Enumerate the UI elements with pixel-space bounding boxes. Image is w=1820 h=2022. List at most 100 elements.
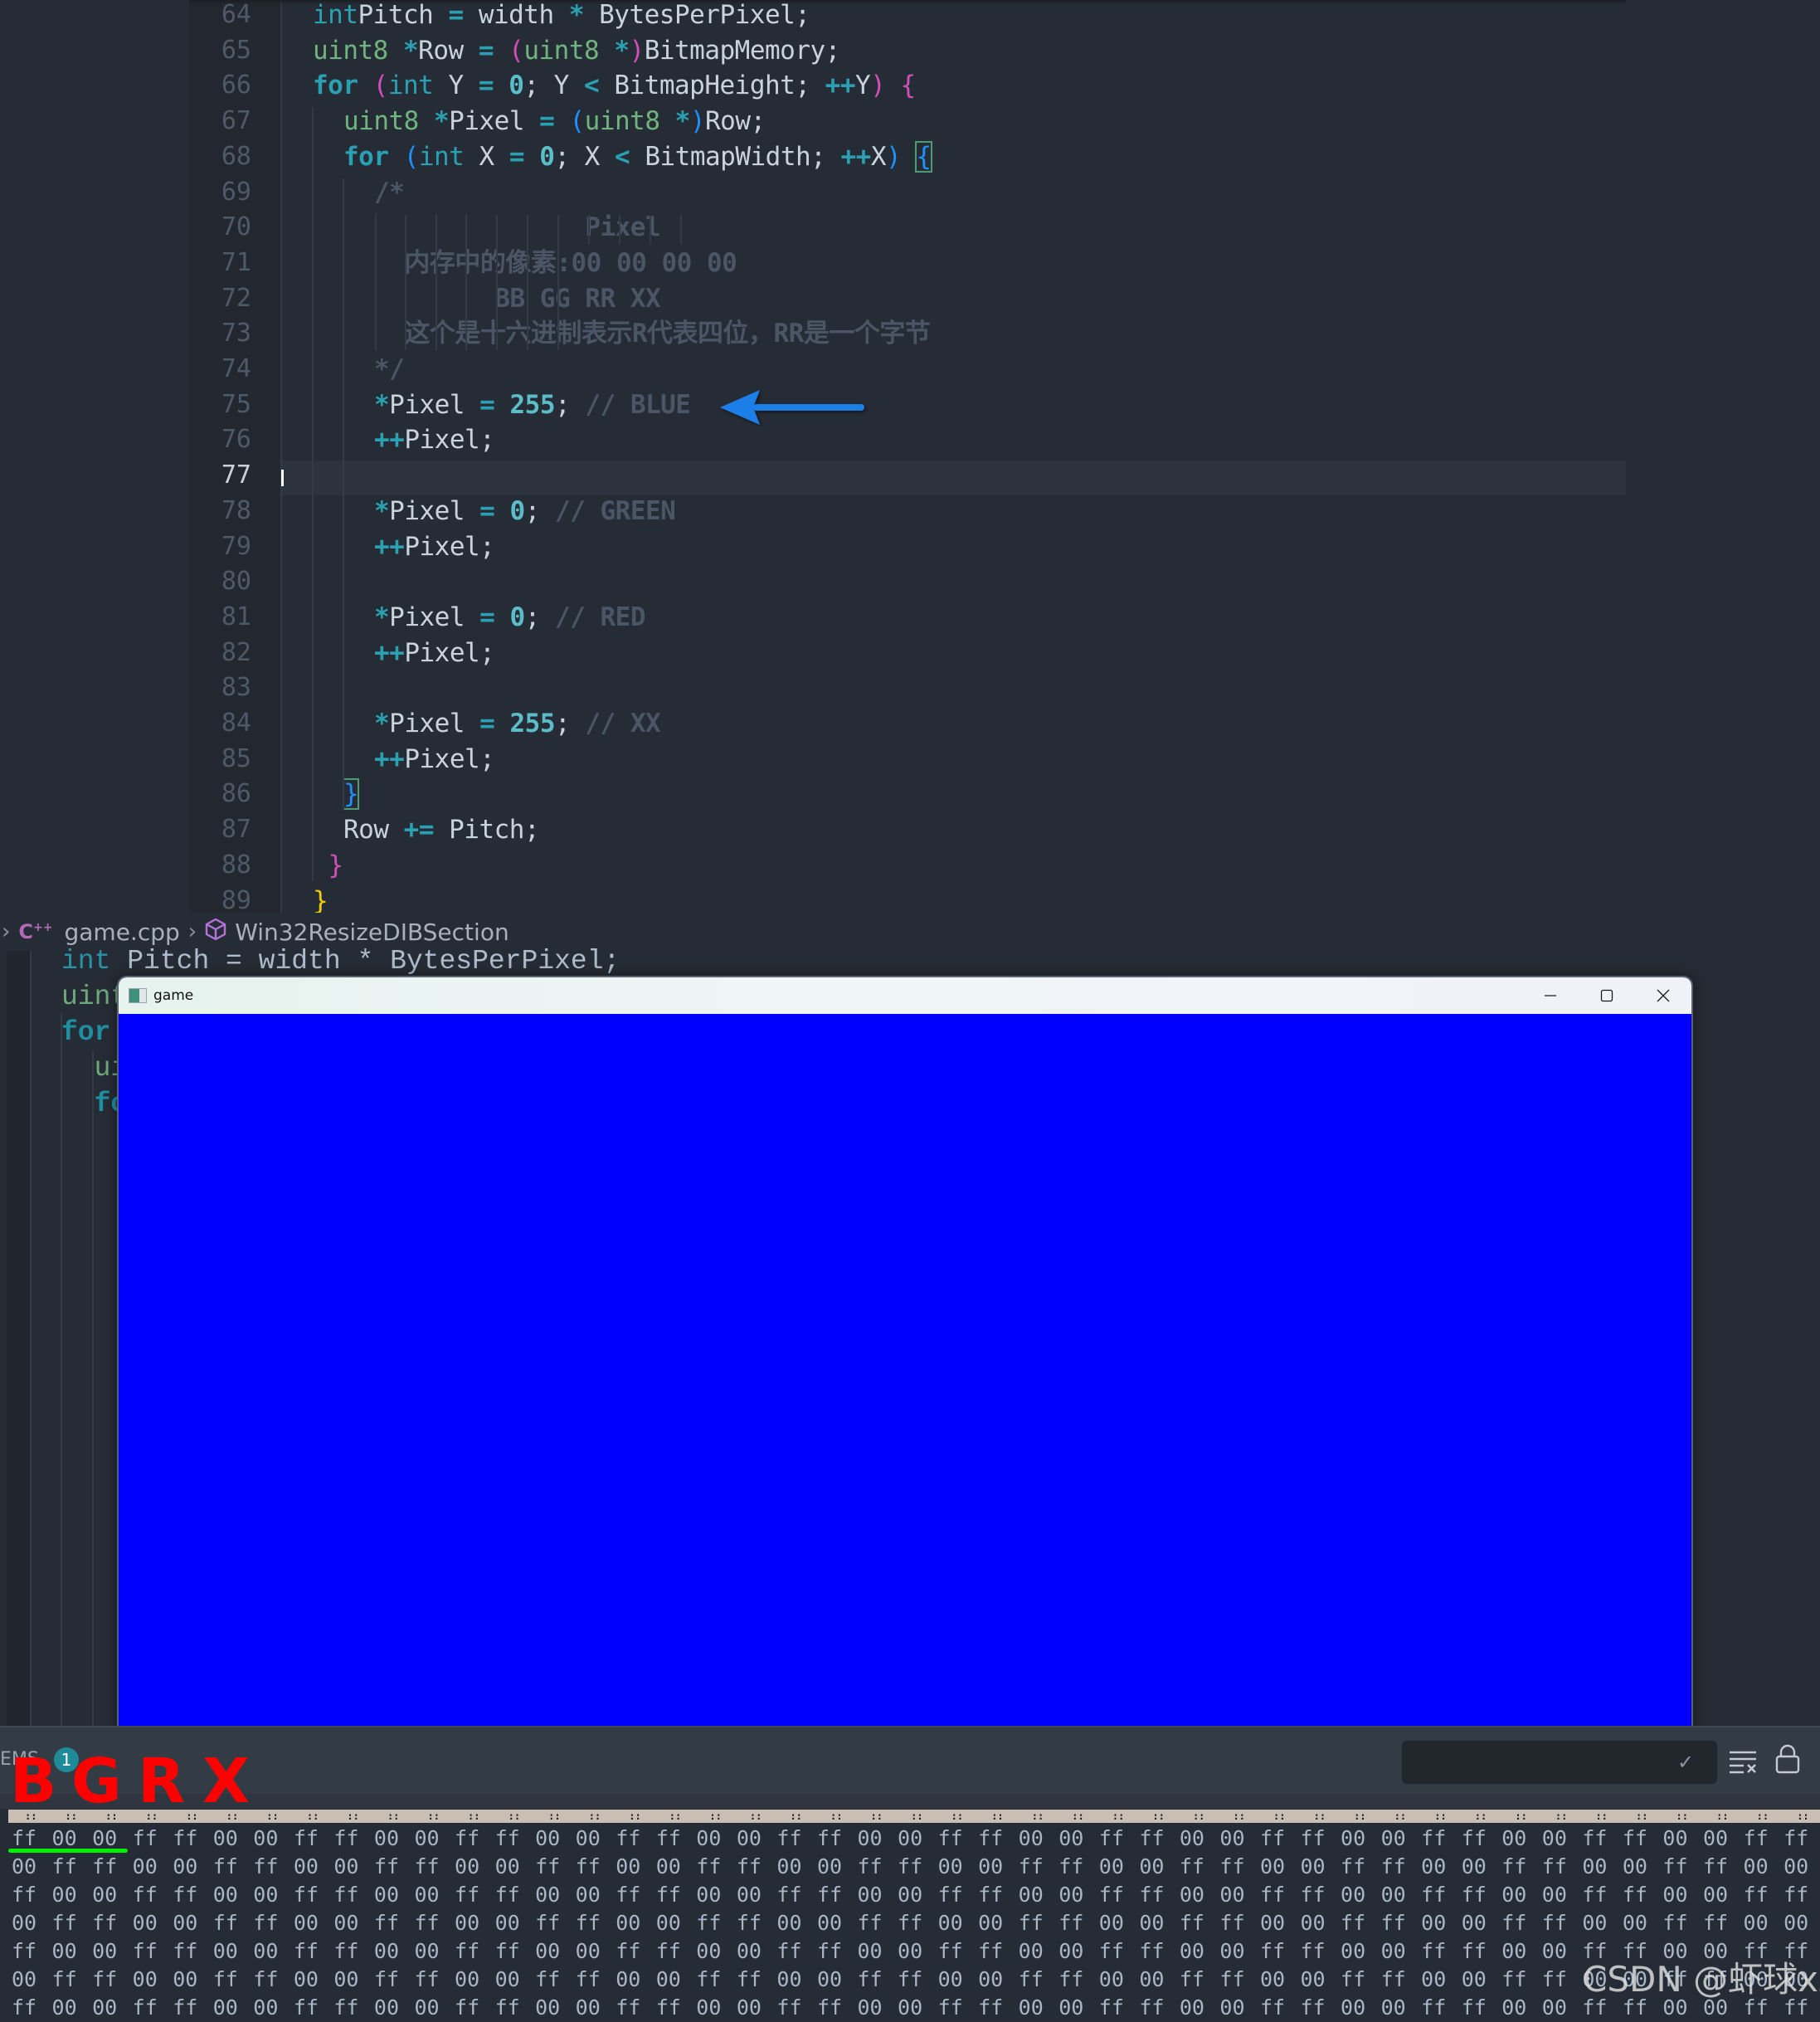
- hex-byte[interactable]: ff: [1662, 1909, 1703, 1937]
- hex-byte[interactable]: ff: [1180, 1966, 1220, 1994]
- hex-byte[interactable]: ff: [898, 1966, 938, 1994]
- hex-byte[interactable]: ff: [12, 1994, 52, 2022]
- hex-byte[interactable]: ff: [414, 1853, 455, 1881]
- hex-byte[interactable]: ff: [1139, 1937, 1180, 1966]
- hex-byte[interactable]: 00: [1099, 1966, 1140, 1994]
- code-line[interactable]: ++Pixel;: [374, 742, 495, 777]
- hex-byte[interactable]: ff: [776, 1881, 817, 1909]
- code-line[interactable]: uint8 *Pixel = (uint8 *)Row;: [343, 104, 766, 139]
- hex-byte[interactable]: 00: [535, 1937, 576, 1966]
- hex-byte[interactable]: ff: [374, 1853, 415, 1881]
- hex-byte[interactable]: ff: [213, 1909, 254, 1937]
- hex-byte[interactable]: 00: [173, 1853, 213, 1881]
- hex-byte[interactable]: 00: [817, 1966, 858, 1994]
- hex-byte[interactable]: ff: [1501, 1853, 1542, 1881]
- hex-byte[interactable]: 00: [374, 1994, 415, 2022]
- hex-byte[interactable]: 00: [1542, 1937, 1583, 1966]
- hex-byte[interactable]: ff: [1099, 1937, 1140, 1966]
- hex-byte[interactable]: 00: [12, 1909, 52, 1937]
- hex-byte[interactable]: ff: [1260, 1825, 1301, 1853]
- hex-byte[interactable]: ff: [1421, 1881, 1462, 1909]
- hex-byte[interactable]: ff: [333, 1937, 374, 1966]
- hex-byte[interactable]: ff: [1381, 1966, 1422, 1994]
- hex-byte[interactable]: 00: [1058, 1937, 1099, 1966]
- hex-byte[interactable]: ff: [1623, 1881, 1663, 1909]
- hex-byte[interactable]: 00: [1381, 1825, 1422, 1853]
- hex-byte[interactable]: 00: [1784, 1909, 1820, 1937]
- hex-byte[interactable]: 00: [898, 1937, 938, 1966]
- hex-byte[interactable]: ff: [737, 1966, 777, 1994]
- hex-byte[interactable]: 00: [817, 1909, 858, 1937]
- hex-byte[interactable]: 00: [1784, 1853, 1820, 1881]
- hex-byte[interactable]: 00: [1341, 1881, 1381, 1909]
- hex-byte[interactable]: 00: [1421, 1909, 1462, 1937]
- hex-byte[interactable]: ff: [294, 1994, 334, 2022]
- hex-byte[interactable]: 00: [1301, 1909, 1341, 1937]
- hex-byte[interactable]: 00: [414, 1937, 455, 1966]
- hex-byte[interactable]: ff: [455, 1825, 495, 1853]
- hex-byte[interactable]: 00: [495, 1853, 536, 1881]
- hex-byte[interactable]: 00: [1301, 1853, 1341, 1881]
- hex-byte[interactable]: ff: [294, 1881, 334, 1909]
- hex-byte[interactable]: 00: [52, 1937, 93, 1966]
- hex-byte[interactable]: ff: [1260, 1937, 1301, 1966]
- code-line[interactable]: uint8 *Row = (uint8 *)BitmapMemory;: [313, 33, 840, 69]
- hex-byte[interactable]: 00: [978, 1966, 1019, 1994]
- hex-byte[interactable]: ff: [616, 1825, 656, 1853]
- hex-byte[interactable]: ff: [1180, 1853, 1220, 1881]
- code-line[interactable]: ++Pixel;: [374, 529, 495, 565]
- hex-byte[interactable]: 00: [737, 1994, 777, 2022]
- hex-byte[interactable]: ff: [253, 1853, 294, 1881]
- hex-byte[interactable]: ff: [696, 1853, 737, 1881]
- hex-byte[interactable]: ff: [1139, 1881, 1180, 1909]
- hex-byte[interactable]: ff: [1703, 1909, 1744, 1937]
- hex-byte[interactable]: ff: [1462, 1994, 1502, 2022]
- hex-byte[interactable]: ff: [1219, 1966, 1260, 1994]
- hex-byte[interactable]: 00: [1501, 1825, 1542, 1853]
- hex-byte[interactable]: ff: [938, 1881, 979, 1909]
- hex-byte[interactable]: 00: [1341, 1825, 1381, 1853]
- hex-byte[interactable]: ff: [1341, 1909, 1381, 1937]
- hex-byte[interactable]: ff: [737, 1853, 777, 1881]
- hex-byte[interactable]: ff: [576, 1966, 616, 1994]
- hex-byte[interactable]: ff: [1341, 1966, 1381, 1994]
- code-line[interactable]: 这个是十六进制表示R代表四位，RR是一个字节: [374, 316, 931, 352]
- hex-byte[interactable]: 00: [1341, 1994, 1381, 2022]
- hex-byte[interactable]: ff: [1623, 1825, 1663, 1853]
- hex-byte[interactable]: ff: [1058, 1966, 1099, 1994]
- code-line[interactable]: for (int Y = 0; Y < BitmapHeight; ++Y) {: [313, 68, 916, 104]
- hex-byte[interactable]: ff: [1260, 1881, 1301, 1909]
- hex-byte[interactable]: 00: [374, 1881, 415, 1909]
- hex-byte[interactable]: 00: [52, 1994, 93, 2022]
- hex-byte[interactable]: ff: [213, 1966, 254, 1994]
- hex-byte[interactable]: ff: [1180, 1909, 1220, 1937]
- hex-byte[interactable]: 00: [938, 1966, 979, 1994]
- hex-byte[interactable]: ff: [414, 1909, 455, 1937]
- hex-byte[interactable]: ff: [1582, 1825, 1623, 1853]
- maximize-button[interactable]: [1579, 977, 1635, 1014]
- hex-byte[interactable]: 00: [938, 1909, 979, 1937]
- hex-byte[interactable]: 00: [696, 1825, 737, 1853]
- hex-byte[interactable]: ff: [576, 1909, 616, 1937]
- hex-byte[interactable]: 00: [1662, 1881, 1703, 1909]
- hex-byte[interactable]: 00: [12, 1853, 52, 1881]
- code-line[interactable]: }: [342, 777, 360, 812]
- hex-byte[interactable]: 00: [616, 1966, 656, 1994]
- hex-byte[interactable]: 00: [1381, 1937, 1422, 1966]
- hex-byte[interactable]: 00: [133, 1966, 173, 1994]
- hex-byte[interactable]: 00: [495, 1966, 536, 1994]
- code-line[interactable]: Row += Pitch;: [343, 812, 540, 848]
- hex-byte[interactable]: 00: [776, 1853, 817, 1881]
- hex-byte[interactable]: ff: [938, 1825, 979, 1853]
- hex-byte[interactable]: 00: [1180, 1825, 1220, 1853]
- lock-icon[interactable]: [1775, 1744, 1800, 1774]
- code-line[interactable]: *Pixel = 255; // BLUE: [374, 387, 691, 423]
- hex-byte[interactable]: 00: [898, 1994, 938, 2022]
- code-line[interactable]: }: [328, 848, 344, 884]
- hex-byte[interactable]: ff: [938, 1937, 979, 1966]
- filter-input[interactable]: [1402, 1741, 1717, 1784]
- hex-byte[interactable]: 00: [1058, 1881, 1099, 1909]
- hex-byte[interactable]: 00: [1542, 1825, 1583, 1853]
- hex-byte[interactable]: ff: [1582, 1881, 1623, 1909]
- hex-byte[interactable]: 00: [495, 1909, 536, 1937]
